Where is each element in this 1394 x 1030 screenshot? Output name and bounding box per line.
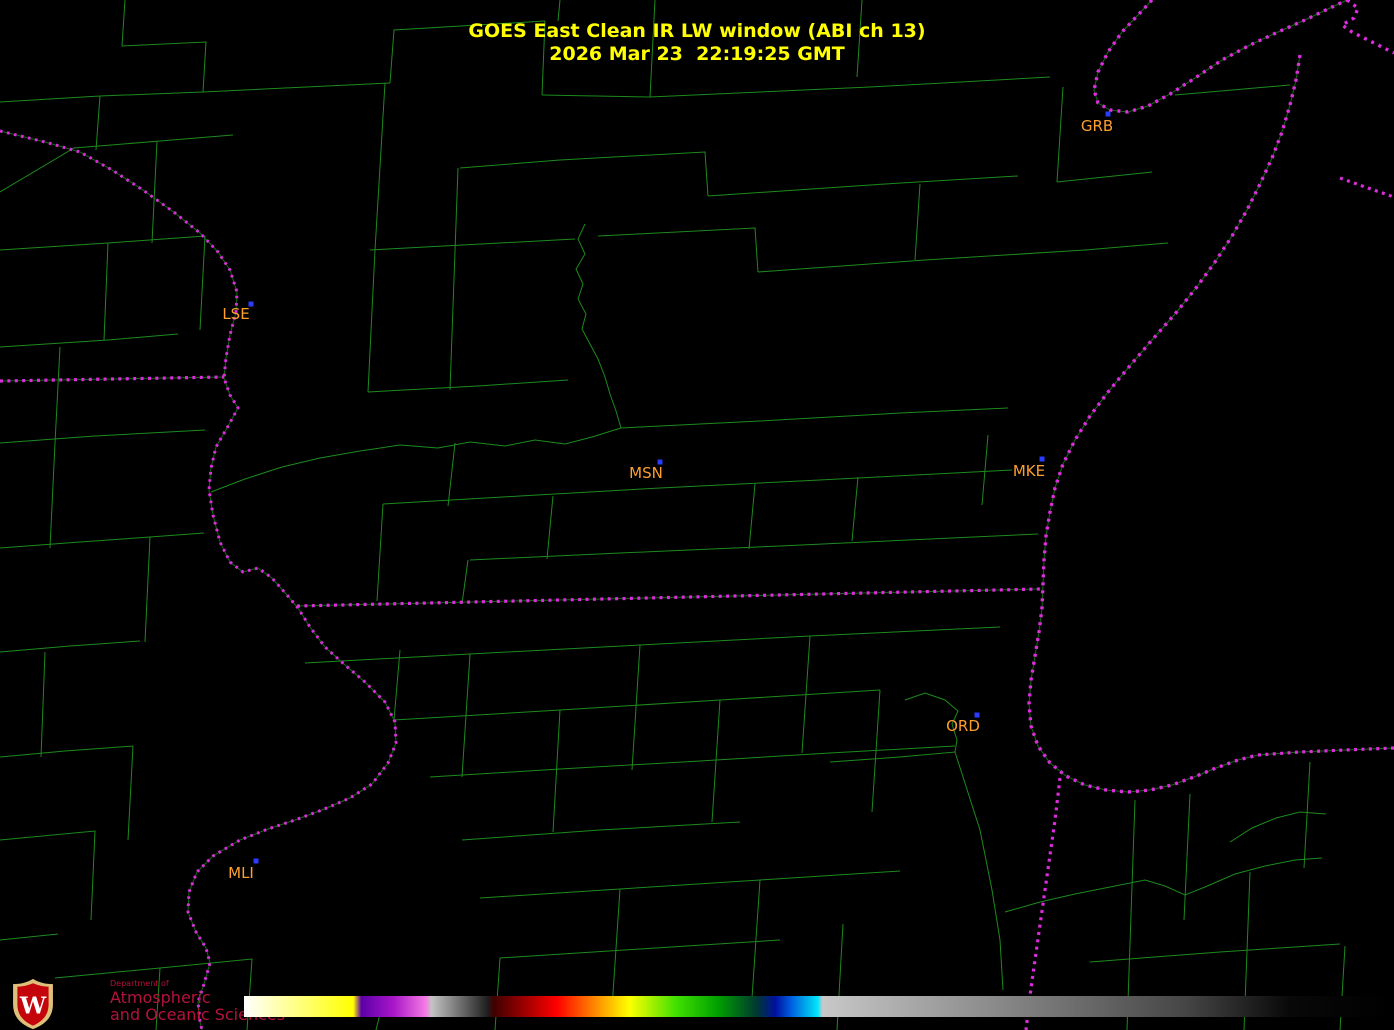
wi-mi-water-boundary-dotted <box>1339 176 1394 199</box>
station-marker-mli <box>253 858 259 864</box>
goes-satellite-viewer: GOES East Clean IR LW window (ABI ch 13)… <box>0 0 1394 1030</box>
county-boundaries-layer <box>0 0 1346 1030</box>
title-timestamp-line: 2026 Mar 23 22:19:25 GMT <box>549 43 845 65</box>
border-underlay-layer <box>0 0 1394 1030</box>
station-marker-grb <box>1105 111 1111 117</box>
lake-michigan-shoreline-dotted <box>1027 54 1302 794</box>
state-borders-layer <box>0 0 1394 1030</box>
colorbar <box>244 996 1394 1017</box>
crest-letter: W <box>19 992 47 1020</box>
station-label-mke: MKE <box>1012 462 1046 480</box>
uw-crest-icon: W <box>13 978 53 1030</box>
station-label-mli: MLI <box>228 864 254 882</box>
mississippi-river-dotted-line <box>0 129 398 1030</box>
station-label-ord: ORD <box>946 717 980 735</box>
station-label-msn: MSN <box>629 464 663 482</box>
map-canvas <box>0 0 1394 1030</box>
il-in-border-dotted-line <box>1024 777 1062 1030</box>
logo-dept-label: Department of <box>110 979 169 988</box>
station-label-grb: GRB <box>1080 117 1114 135</box>
wi-il-border-dotted-line <box>296 587 1041 608</box>
image-title: GOES East Clean IR LW window (ABI ch 13)… <box>0 20 1394 66</box>
title-product-line: GOES East Clean IR LW window (ABI ch 13) <box>468 20 926 42</box>
station-label-lse: LSE <box>222 305 250 323</box>
station-marker-mke <box>1039 456 1045 462</box>
